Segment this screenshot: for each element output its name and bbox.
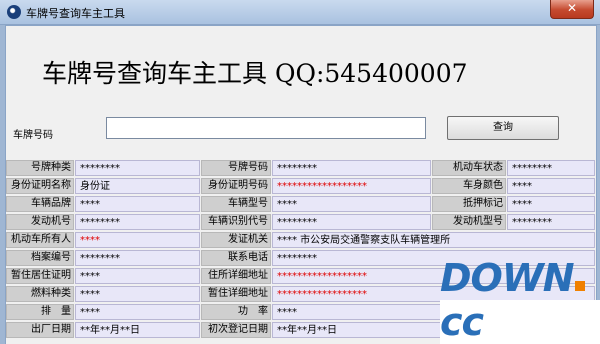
- watermark-dot: [574, 281, 585, 291]
- result-row: 号牌种类 ******** 号牌号码 ******** 机动车状态 ******…: [6, 160, 596, 178]
- watermark-main: DOWN: [440, 256, 575, 300]
- field-label: 抵押标记: [432, 196, 506, 212]
- watermark-text: DOWNcc: [440, 256, 594, 344]
- field-value: ********: [272, 214, 431, 230]
- field-value: ****: [75, 304, 200, 320]
- title-bar[interactable]: 车牌号查询车主工具 ✕: [0, 0, 600, 25]
- result-row: 车辆品牌 **** 车辆型号 **** 抵押标记 ****: [6, 196, 596, 214]
- field-value: ********: [75, 250, 200, 266]
- field-label: 车辆识别代号: [201, 214, 271, 230]
- plate-label: 车牌号码: [13, 130, 53, 141]
- watermark-suffix: cc: [440, 300, 484, 344]
- query-button[interactable]: 查询: [447, 116, 559, 140]
- field-label: 燃料种类: [6, 286, 74, 302]
- field-label: 身份证明名称: [6, 178, 74, 194]
- field-value: ********: [75, 214, 200, 230]
- field-label: 身份证明号码: [201, 178, 271, 194]
- field-label: 车身颜色: [432, 178, 506, 194]
- close-button[interactable]: ✕: [550, 0, 594, 19]
- field-label: 功 率: [201, 304, 271, 320]
- field-label: 暂住详细地址: [201, 286, 271, 302]
- field-value: ****: [75, 196, 200, 212]
- field-label: 排 量: [6, 304, 74, 320]
- field-label: 车辆品牌: [6, 196, 74, 212]
- field-value: **年**月**日: [75, 322, 200, 338]
- field-label: 初次登记日期: [201, 322, 271, 338]
- plate-number-input[interactable]: [106, 117, 426, 139]
- field-label: 联系电话: [201, 250, 271, 266]
- field-label: 住所详细地址: [201, 268, 271, 284]
- window-title: 车牌号查询车主工具: [26, 7, 125, 20]
- field-value: **** 市公安局交通警察支队车辆管理所: [272, 232, 595, 248]
- field-value: ********: [75, 160, 200, 176]
- result-row: 机动车所有人 **** 发证机关 **** 市公安局交通警察支队车辆管理所: [6, 232, 596, 250]
- field-label: 发动机型号: [432, 214, 506, 230]
- watermark-logo: DOWNcc: [440, 256, 600, 344]
- field-label: 出厂日期: [6, 322, 74, 338]
- field-value: ****: [75, 268, 200, 284]
- field-value: ****: [272, 196, 431, 212]
- app-window: 车牌号查询车主工具 ✕ 车牌号查询车主工具 QQ:545400007 车牌号码 …: [0, 0, 600, 344]
- field-label: 车辆型号: [201, 196, 271, 212]
- field-value: ********: [507, 160, 595, 176]
- field-label: 号牌种类: [6, 160, 74, 176]
- field-label: 机动车所有人: [6, 232, 74, 248]
- field-value: ****: [507, 196, 595, 212]
- field-value: ****: [75, 286, 200, 302]
- result-row: 身份证明名称 身份证 身份证明号码 ****************** 车身颜…: [6, 178, 596, 196]
- field-value: ****: [75, 232, 200, 248]
- field-label: 发动机号: [6, 214, 74, 230]
- field-label: 发证机关: [201, 232, 271, 248]
- field-label: 号牌号码: [201, 160, 271, 176]
- field-value: 身份证: [75, 178, 200, 194]
- app-icon: [7, 5, 21, 19]
- field-value: ********: [272, 160, 431, 176]
- field-value: ********: [507, 214, 595, 230]
- field-label: 机动车状态: [432, 160, 506, 176]
- field-value: ****: [507, 178, 595, 194]
- app-banner: 车牌号查询车主工具 QQ:545400007: [42, 59, 468, 88]
- field-label: 暂住居住证明: [6, 268, 74, 284]
- field-value: ******************: [272, 178, 431, 194]
- field-label: 档案编号: [6, 250, 74, 266]
- result-row: 发动机号 ******** 车辆识别代号 ******** 发动机型号 ****…: [6, 214, 596, 232]
